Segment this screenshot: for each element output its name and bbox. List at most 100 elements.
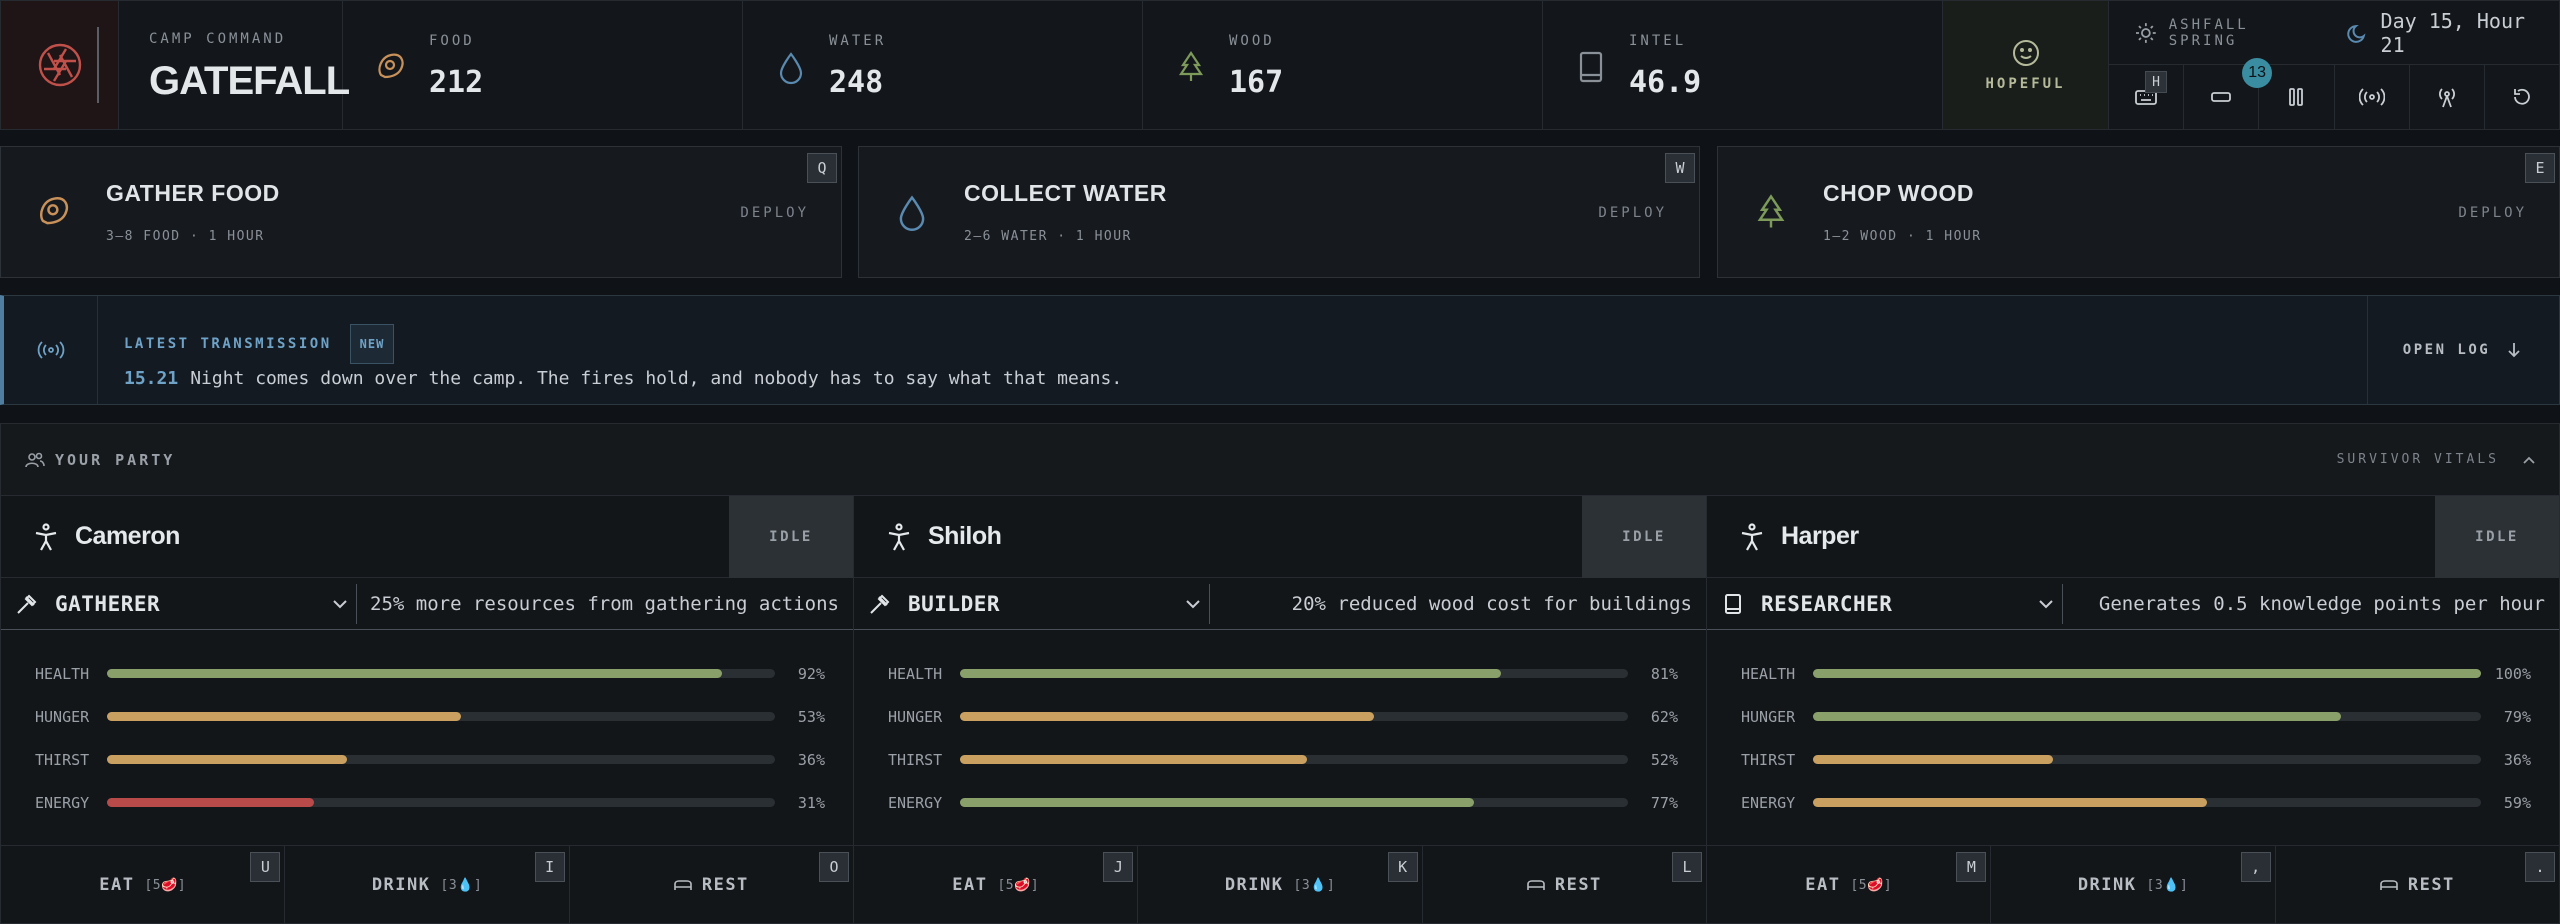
survivor-header: Harper IDLE <box>1707 495 2559 578</box>
notifications-button[interactable]: 13 <box>2184 58 2273 129</box>
rest-button[interactable]: REST L <box>1423 846 1706 924</box>
collect-water-action[interactable]: COLLECT WATER 2–6 WATER · 1 HOUR DEPLOY … <box>858 146 1700 278</box>
drink-button[interactable]: DRINK [3💧] , <box>1991 846 2276 924</box>
morale-label: HOPEFUL <box>1985 76 2066 92</box>
drink-label: DRINK <box>371 875 431 895</box>
restart-icon <box>2514 88 2530 105</box>
stat-bar-fill <box>1813 712 2341 721</box>
survivor-header: Shiloh IDLE <box>854 495 1706 578</box>
hotkey-badge: E <box>2525 153 2555 183</box>
stat-label: THIRST <box>888 750 943 769</box>
role-name: GATHERER <box>55 591 161 616</box>
resource-label: FOOD <box>429 33 475 49</box>
eat-button[interactable]: EAT [5🥩] U <box>1 846 286 924</box>
open-log-button[interactable]: OPEN LOG <box>2367 296 2559 404</box>
transmission-message: 15.21 Night comes down over the camp. The… <box>124 368 2367 389</box>
party-title: YOUR PARTY <box>55 450 176 469</box>
stat-label: HUNGER <box>888 707 943 726</box>
new-badge: NEW <box>349 324 395 364</box>
role-description: Generates 0.5 knowledge points per hour <box>2098 592 2545 615</box>
stat-bar-fill <box>960 755 1308 764</box>
stat-bar <box>1813 669 2481 678</box>
stat-value: 36% <box>2503 750 2531 769</box>
stat-label: THIRST <box>1741 750 1796 769</box>
chevron-down-icon <box>333 599 347 608</box>
stat-bar <box>107 669 775 678</box>
role-select[interactable]: RESEARCHER <box>1707 583 2063 624</box>
drink-button[interactable]: DRINK [3💧] I <box>285 846 570 924</box>
stat-energy: ENERGY 31% <box>35 781 853 824</box>
stat-health: HEALTH 81% <box>888 652 1706 695</box>
resource-label: INTEL <box>1629 33 1687 49</box>
survivor-actions: EAT [5🥩] U DRINK [3💧] I REST O <box>1 846 853 924</box>
drink-label: DRINK <box>1224 875 1284 895</box>
stat-bar <box>960 798 1628 807</box>
hotkey-badge: M <box>1956 852 1987 882</box>
hotkey-badge: L <box>1671 852 1702 882</box>
water-drop-icon <box>899 195 925 231</box>
day-hour: Day 15, Hour 21 <box>2380 8 2526 57</box>
stat-label: HEALTH <box>888 664 943 683</box>
survivor-vitals-toggle[interactable]: SURVIVOR VITALS <box>2337 452 2537 468</box>
deploy-label: DEPLOY <box>1598 205 1667 221</box>
gather-food-action[interactable]: GATHER FOOD 3–8 FOOD · 1 HOUR DEPLOY Q <box>0 146 842 278</box>
transmission-time: 15.21 <box>124 368 179 389</box>
stat-value: 52% <box>1650 750 1678 769</box>
tree-icon <box>1757 194 1785 228</box>
person-icon <box>888 522 910 551</box>
pause-icon <box>2289 88 2304 106</box>
hotkey-badge: , <box>2240 852 2271 882</box>
stat-hunger: HUNGER 79% <box>1741 695 2559 738</box>
stat-label: ENERGY <box>35 793 90 812</box>
pause-button[interactable] <box>2259 65 2335 129</box>
sun-icon <box>2135 22 2156 43</box>
broadcast-button[interactable] <box>2335 65 2410 129</box>
stat-bar <box>960 669 1628 678</box>
stat-bar-fill <box>960 669 1502 678</box>
camp-title: CAMP COMMAND GATEFALL <box>97 1 350 129</box>
keyboard-shortcuts-button[interactable]: H <box>2109 65 2185 129</box>
stat-thirst: THIRST 52% <box>888 738 1706 781</box>
hotkey-badge: Q <box>807 153 837 183</box>
broadcast-icon <box>2358 88 2385 106</box>
role-name: RESEARCHER <box>1761 591 1893 616</box>
drink-button[interactable]: DRINK [3💧] K <box>1138 846 1423 924</box>
survivor-list: Cameron IDLE GATHERER 25% more resources… <box>1 495 2559 924</box>
radio-tower-button[interactable] <box>2410 65 2485 129</box>
hotkey-badge: I <box>534 852 565 882</box>
stat-value: 100% <box>2494 664 2531 683</box>
chop-wood-action[interactable]: CHOP WOOD 1–2 WOOD · 1 HOUR DEPLOY E <box>1717 146 2560 278</box>
stat-bar-fill <box>1813 669 2481 678</box>
survivor-card: Cameron IDLE GATHERER 25% more resources… <box>1 495 854 924</box>
resource-label: WATER <box>829 33 887 49</box>
rest-button[interactable]: REST O <box>570 846 853 924</box>
top-bar: CAMP COMMAND GATEFALL FOOD 212 WATER 248… <box>0 0 2560 130</box>
drink-cost: [3💧] <box>2146 877 2189 893</box>
chevron-up-icon <box>2523 456 2535 464</box>
hotkey-badge: H <box>2145 71 2167 93</box>
restart-button[interactable] <box>2485 65 2559 129</box>
deploy-label: DEPLOY <box>740 205 809 221</box>
eat-button[interactable]: EAT [5🥩] M <box>1707 846 1992 924</box>
stat-value: 31% <box>797 793 825 812</box>
role-row: RESEARCHER Generates 0.5 knowledge point… <box>1707 578 2559 630</box>
stat-bar <box>107 712 775 721</box>
stat-hunger: HUNGER 62% <box>888 695 1706 738</box>
action-title: CHOP WOOD <box>1823 180 1975 206</box>
hotkey-badge: J <box>1103 852 1134 882</box>
eat-label: EAT <box>952 875 988 895</box>
role-description: 20% reduced wood cost for buildings <box>1291 592 1692 615</box>
role-select[interactable]: GATHERER <box>1 583 357 624</box>
action-title: COLLECT WATER <box>964 180 1167 206</box>
stat-value: 77% <box>1650 793 1678 812</box>
role-name: BUILDER <box>908 591 1001 616</box>
role-select[interactable]: BUILDER <box>854 583 1210 624</box>
survivor-actions: EAT [5🥩] M DRINK [3💧] , REST . <box>1707 846 2559 924</box>
season-row: ASHFALL SPRING Day 15, Hour 21 <box>2109 1 2559 65</box>
rest-button[interactable]: REST . <box>2276 846 2559 924</box>
vitals: HEALTH 100% HUNGER 79% THIRST 36% ENERGY <box>1707 630 2559 846</box>
eat-button[interactable]: EAT [5🥩] J <box>854 846 1139 924</box>
bed-icon <box>674 880 692 890</box>
camp-logo <box>1 1 119 129</box>
inbox-icon <box>2211 92 2232 102</box>
